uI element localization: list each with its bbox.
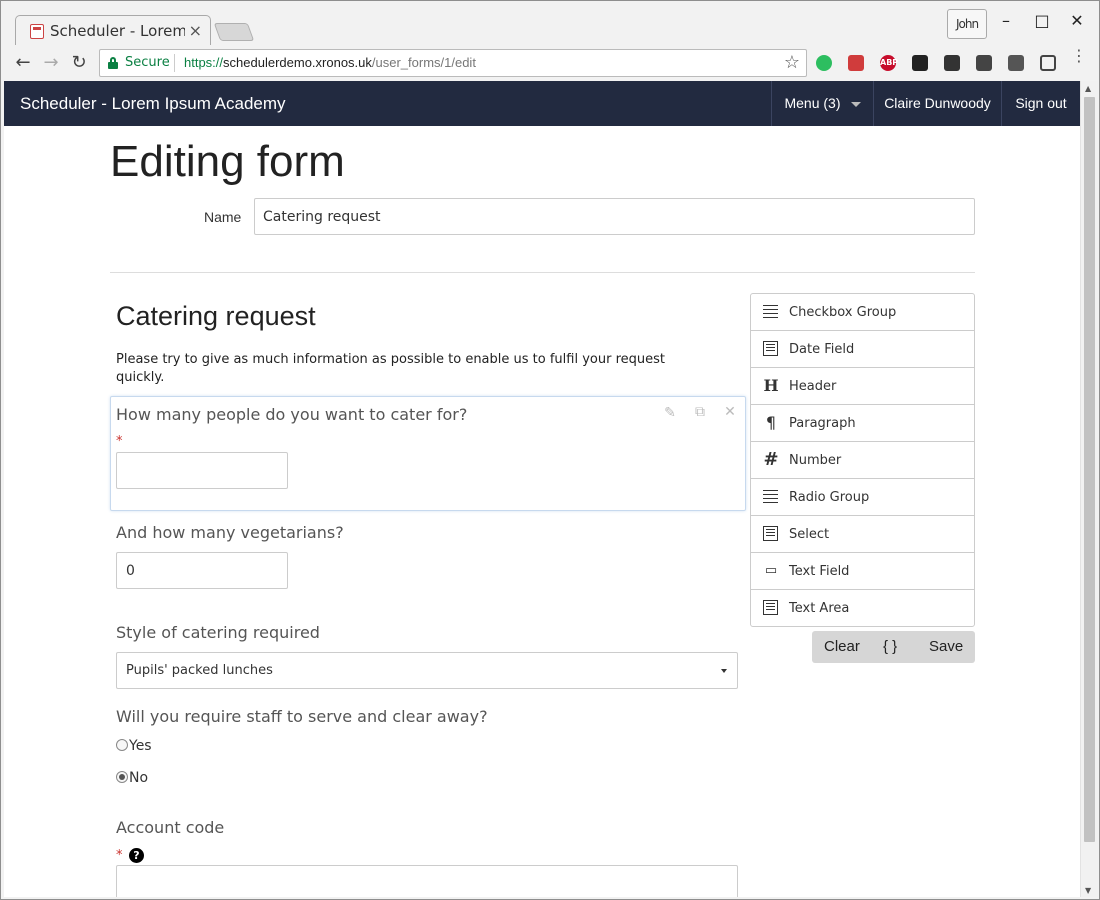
tab-close-icon[interactable]: ×: [189, 21, 202, 40]
form-builder-stage: Catering request Please try to give as m…: [110, 281, 746, 897]
required-marker: *: [116, 434, 123, 449]
mail-icon[interactable]: [1008, 55, 1024, 71]
form-actions-bar: Clear { } Save: [812, 631, 975, 663]
back-button[interactable]: ←: [12, 52, 34, 73]
control-text-area[interactable]: Text Area: [751, 590, 974, 627]
close-window-button[interactable]: ✕: [1067, 11, 1087, 30]
radio-option-no[interactable]: No: [116, 770, 148, 786]
forward-button[interactable]: →: [40, 52, 62, 73]
calendar-icon: [763, 341, 778, 356]
control-radio-group[interactable]: Radio Group: [751, 479, 974, 516]
control-paragraph[interactable]: ¶ Paragraph: [751, 405, 974, 442]
url-text: https://schedulerdemo.xronos.uk/user_for…: [184, 55, 476, 70]
scroll-down-icon[interactable]: ▼: [1085, 886, 1091, 895]
control-select[interactable]: Select: [751, 516, 974, 553]
tab-title: Scheduler - Lorem Ipsum Academy: [50, 22, 185, 40]
tab-strip: Scheduler - Lorem Ipsum Academy × John –…: [1, 1, 1099, 46]
bookmark-star-icon[interactable]: ☆: [784, 52, 800, 73]
hash-icon: #: [763, 449, 779, 470]
delete-close-icon[interactable]: ✕: [722, 404, 738, 420]
control-text-field[interactable]: ▭ Text Field: [751, 553, 974, 590]
lock-icon: [108, 57, 118, 69]
app-navbar: Scheduler - Lorem Ipsum Academy Menu (3)…: [4, 81, 1080, 126]
q1-input[interactable]: [116, 452, 288, 489]
select-icon: [763, 526, 778, 541]
q3-selected-value: Pupils' packed lunches: [126, 663, 273, 678]
screenshot-icon[interactable]: [1040, 55, 1056, 71]
q1-label: How many people do you want to cater for…: [116, 405, 468, 424]
form-heading[interactable]: Catering request: [116, 301, 316, 332]
extension-red-icon[interactable]: [848, 55, 864, 71]
view-json-button[interactable]: { }: [883, 638, 897, 655]
page-viewport: Scheduler - Lorem Ipsum Academy Menu (3)…: [4, 81, 1080, 897]
browser-menu-icon[interactable]: ⋮: [1071, 48, 1087, 64]
clear-button[interactable]: Clear: [824, 638, 860, 655]
radio-option-yes[interactable]: Yes: [116, 738, 152, 754]
page-title: Editing form: [110, 137, 345, 186]
address-divider: [174, 54, 175, 72]
nav-menu-dropdown[interactable]: Menu (3): [771, 81, 873, 126]
radio-yes-icon[interactable]: [116, 739, 128, 751]
control-date-field[interactable]: Date Field: [751, 331, 974, 368]
app-brand[interactable]: Scheduler - Lorem Ipsum Academy: [20, 94, 286, 114]
new-tab-button[interactable]: [213, 23, 255, 41]
maximize-button[interactable]: □: [1032, 11, 1052, 30]
evernote-icon[interactable]: [816, 55, 832, 71]
form-paragraph[interactable]: Please try to give as much information a…: [116, 351, 716, 387]
save-button[interactable]: Save: [929, 638, 963, 655]
browser-toolbar: ← → ↻ Secure https://schedulerdemo.xrono…: [1, 45, 1099, 82]
q4-label: Will you require staff to serve and clea…: [116, 707, 488, 726]
select-caret-icon: [721, 669, 727, 673]
profile-button[interactable]: John: [947, 9, 987, 39]
selected-field-number[interactable]: How many people do you want to cater for…: [110, 396, 746, 511]
q3-label: Style of catering required: [116, 623, 320, 642]
text-field-icon: ▭: [764, 563, 778, 578]
form-name-input[interactable]: [254, 198, 975, 235]
nav-user[interactable]: Claire Dunwoody: [873, 81, 1001, 126]
copy-icon[interactable]: ⧉: [692, 404, 708, 420]
q5-input[interactable]: [116, 865, 738, 897]
checkbox-group-icon: [763, 305, 778, 318]
scroll-up-icon[interactable]: ▲: [1085, 84, 1091, 93]
adblock-icon[interactable]: ABP: [880, 55, 898, 71]
paragraph-icon: ¶: [765, 413, 777, 432]
q5-label: Account code: [116, 818, 225, 837]
security-label: Secure: [125, 55, 170, 70]
edit-pencil-icon[interactable]: ✎: [662, 405, 678, 421]
minimize-button[interactable]: –: [996, 11, 1016, 30]
section-divider: [110, 272, 975, 273]
control-number[interactable]: # Number: [751, 442, 974, 479]
radio-no-icon[interactable]: [116, 771, 128, 783]
caret-down-icon: [850, 101, 861, 107]
q2-input[interactable]: [116, 552, 288, 589]
reload-button[interactable]: ↻: [68, 52, 90, 73]
radio-group-icon: [763, 490, 778, 503]
nav-sign-out[interactable]: Sign out: [1001, 81, 1080, 126]
calendar-favicon-icon: [30, 24, 44, 39]
text-area-icon: [763, 600, 778, 615]
lightbulb-icon[interactable]: [976, 55, 992, 71]
address-bar[interactable]: Secure https://schedulerdemo.xronos.uk/u…: [99, 49, 807, 77]
q3-select[interactable]: Pupils' packed lunches: [116, 652, 738, 689]
help-icon[interactable]: ?: [129, 848, 144, 863]
q2-label: And how many vegetarians?: [116, 523, 344, 542]
header-icon: H: [763, 376, 779, 395]
scrollbar-thumb[interactable]: [1084, 97, 1095, 842]
control-checkbox-group[interactable]: Checkbox Group: [751, 294, 974, 331]
field-controls-panel: Checkbox Group Date Field H Header ¶ Par…: [750, 293, 975, 627]
extension-paw-icon[interactable]: [944, 55, 960, 71]
page-scrollbar[interactable]: ▲ ▼: [1080, 81, 1098, 897]
name-label: Name: [204, 209, 242, 225]
browser-tab[interactable]: Scheduler - Lorem Ipsum Academy ×: [15, 15, 211, 46]
control-header[interactable]: H Header: [751, 368, 974, 405]
required-marker: *: [116, 848, 123, 863]
extension-home-icon[interactable]: [912, 55, 928, 71]
